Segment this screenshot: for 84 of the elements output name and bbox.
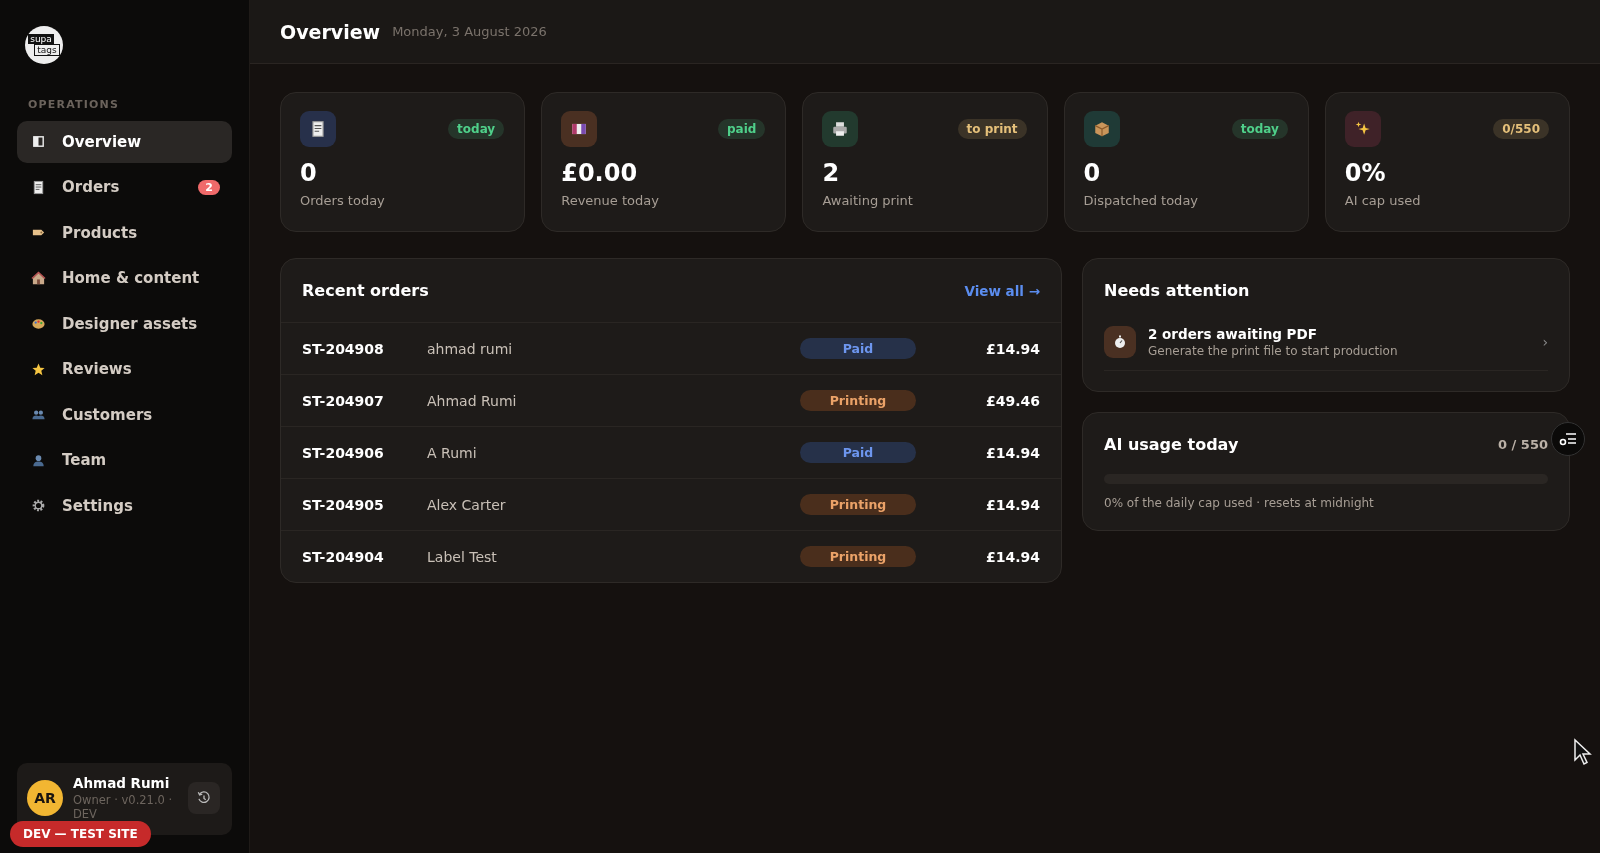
attention-title: 2 orders awaiting PDF — [1148, 326, 1318, 342]
usage-note: 0% of the daily cap used · resets at midnight — [1104, 496, 1375, 510]
sidebar-item[interactable]: Orders 2 — [17, 166, 232, 208]
star-icon — [31, 361, 46, 377]
page-title: Overview — [280, 20, 381, 43]
receipt-icon — [31, 179, 46, 195]
order-id: ST-204908 — [302, 340, 385, 357]
customer-name: Ahmad Rumi — [427, 392, 518, 409]
list-settings-icon — [1559, 431, 1577, 447]
stat-label: AI cap used — [1344, 193, 1422, 208]
sidebar-item[interactable]: Customers — [17, 394, 232, 436]
stat-label: Awaiting print — [822, 193, 914, 208]
panel-title: Needs attention — [1104, 281, 1250, 300]
order-total: £14.94 — [984, 496, 1040, 513]
order-id: ST-204905 — [302, 496, 385, 513]
status-badge: Paid — [800, 442, 916, 463]
user-name: Ahmad Rumi — [73, 775, 171, 791]
view-all-link[interactable]: View all → — [964, 282, 1040, 299]
panel-title: AI usage today — [1104, 435, 1239, 454]
house-icon — [31, 270, 46, 286]
refresh-icon — [197, 791, 211, 805]
sidebar-item[interactable]: Home & content — [17, 257, 232, 299]
box-icon — [1092, 120, 1111, 138]
stopwatch-icon — [1112, 334, 1128, 350]
receipt-icon — [309, 120, 327, 138]
stat-value: £0.00 — [561, 159, 639, 187]
order-row[interactable]: ST-204907 Ahmad Rumi Printing £49.46 — [281, 374, 1061, 426]
environment-badge: DEV — TEST SITE — [10, 821, 151, 847]
order-row[interactable]: ST-204908 ahmad rumi Paid £14.94 — [281, 322, 1061, 374]
sidebar-item[interactable]: Designer assets — [17, 303, 232, 345]
logo-icon: supa tags — [25, 26, 63, 64]
sidebar-item[interactable]: Team — [17, 439, 232, 481]
order-total: £14.94 — [984, 444, 1040, 461]
attention-item[interactable]: 2 orders awaiting PDF Generate the print file to start production › — [1104, 322, 1548, 371]
list-settings-button[interactable] — [1551, 422, 1585, 456]
palette-icon — [31, 316, 46, 332]
printer-icon — [831, 120, 850, 138]
order-row[interactable]: ST-204905 Alex Carter Printing £14.94 — [281, 478, 1061, 530]
status-badge: paid — [718, 119, 766, 139]
order-total: £49.46 — [984, 392, 1040, 409]
status-badge: Printing — [800, 494, 916, 515]
panel-icon — [31, 134, 46, 150]
user-role: Owner · v0.21.0 · DEV — [73, 793, 173, 821]
refresh-button[interactable] — [188, 782, 220, 814]
sidebar-item[interactable]: Reviews — [17, 348, 232, 390]
status-badge: to print — [957, 119, 1027, 139]
usage-reading: 0 / 550 — [1498, 437, 1548, 452]
avatar: AR — [27, 780, 63, 816]
person-icon — [31, 452, 46, 468]
stat-label: Revenue today — [561, 193, 660, 208]
order-id: ST-204907 — [302, 392, 385, 409]
stat-value: 0% — [1344, 159, 1387, 187]
panel-title: Recent orders — [302, 281, 429, 300]
stat-value: 2 — [822, 159, 841, 187]
customer-name: Label Test — [427, 548, 498, 565]
status-badge: Printing — [800, 546, 916, 567]
attention-description: Generate the print file to start production — [1148, 344, 1399, 358]
customer-name: Alex Carter — [427, 496, 507, 513]
stat-label: Orders today — [300, 193, 386, 208]
customer-name: ahmad rumi — [427, 340, 514, 357]
status-badge: today — [1231, 119, 1288, 139]
mouse-cursor-icon — [1573, 738, 1593, 766]
count-badge: 2 — [198, 179, 220, 195]
stat-value: 0 — [300, 159, 318, 187]
order-total: £14.94 — [984, 548, 1040, 565]
order-total: £14.94 — [984, 340, 1040, 357]
stat-value: 0 — [1083, 159, 1102, 187]
status-badge: 0/550 — [1493, 119, 1549, 139]
customer-name: A Rumi — [427, 444, 478, 461]
sidebar-item[interactable]: Products — [17, 212, 232, 254]
order-row[interactable]: ST-204906 A Rumi Paid £14.94 — [281, 426, 1061, 478]
gear-icon — [31, 498, 46, 514]
stat-label: Dispatched today — [1083, 193, 1200, 208]
section-heading: OPERATIONS — [28, 98, 121, 111]
chevron-icon: › — [1542, 334, 1548, 350]
order-id: ST-204904 — [302, 548, 385, 565]
status-badge: Printing — [800, 390, 916, 411]
status-badge: Paid — [800, 338, 916, 359]
sidebar-item[interactable]: Settings — [17, 485, 232, 527]
sidebar-item[interactable]: Overview — [17, 121, 232, 163]
date-label: Monday, 3 August 2026 — [392, 24, 547, 39]
order-row[interactable]: ST-204904 Label Test Printing £14.94 — [281, 530, 1061, 582]
status-badge: today — [448, 119, 505, 139]
order-id: ST-204906 — [302, 444, 385, 461]
